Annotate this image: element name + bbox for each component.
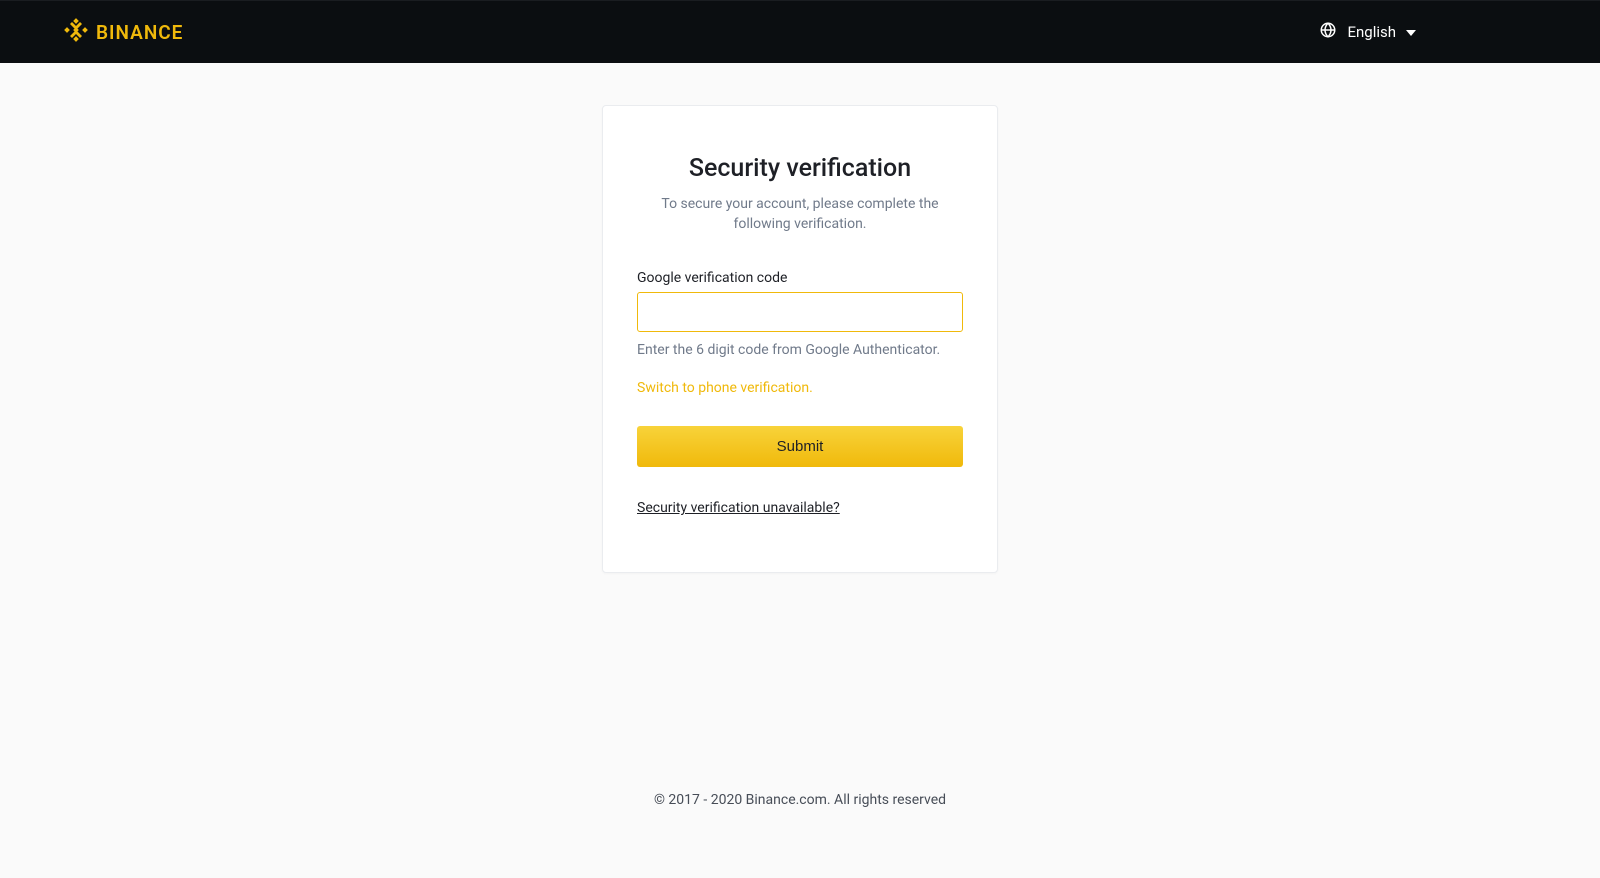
brand-logo[interactable]: BINANCE <box>64 18 183 46</box>
code-field-label: Google verification code <box>637 270 963 286</box>
footer: © 2017 - 2020 Binance.com. All rights re… <box>0 772 1600 878</box>
language-label: English <box>1347 23 1396 41</box>
card-title: Security verification <box>637 154 963 183</box>
header: BINANCE English <box>0 0 1600 63</box>
verification-unavailable-link[interactable]: Security verification unavailable? <box>637 500 840 516</box>
brand-name: BINANCE <box>96 21 183 44</box>
copyright-text: © 2017 - 2020 Binance.com. All rights re… <box>654 792 946 808</box>
submit-button[interactable]: Submit <box>637 426 963 467</box>
card-subtitle: To secure your account, please complete … <box>637 195 963 234</box>
code-field-hint: Enter the 6 digit code from Google Authe… <box>637 342 963 358</box>
binance-logo-icon <box>64 18 88 46</box>
main-content: Security verification To secure your acc… <box>0 63 1600 772</box>
verification-card: Security verification To secure your acc… <box>602 105 998 573</box>
switch-phone-link[interactable]: Switch to phone verification. <box>637 380 963 396</box>
globe-icon <box>1319 21 1337 43</box>
google-code-input[interactable] <box>637 292 963 332</box>
chevron-down-icon <box>1406 23 1416 42</box>
language-selector[interactable]: English <box>1319 21 1536 43</box>
